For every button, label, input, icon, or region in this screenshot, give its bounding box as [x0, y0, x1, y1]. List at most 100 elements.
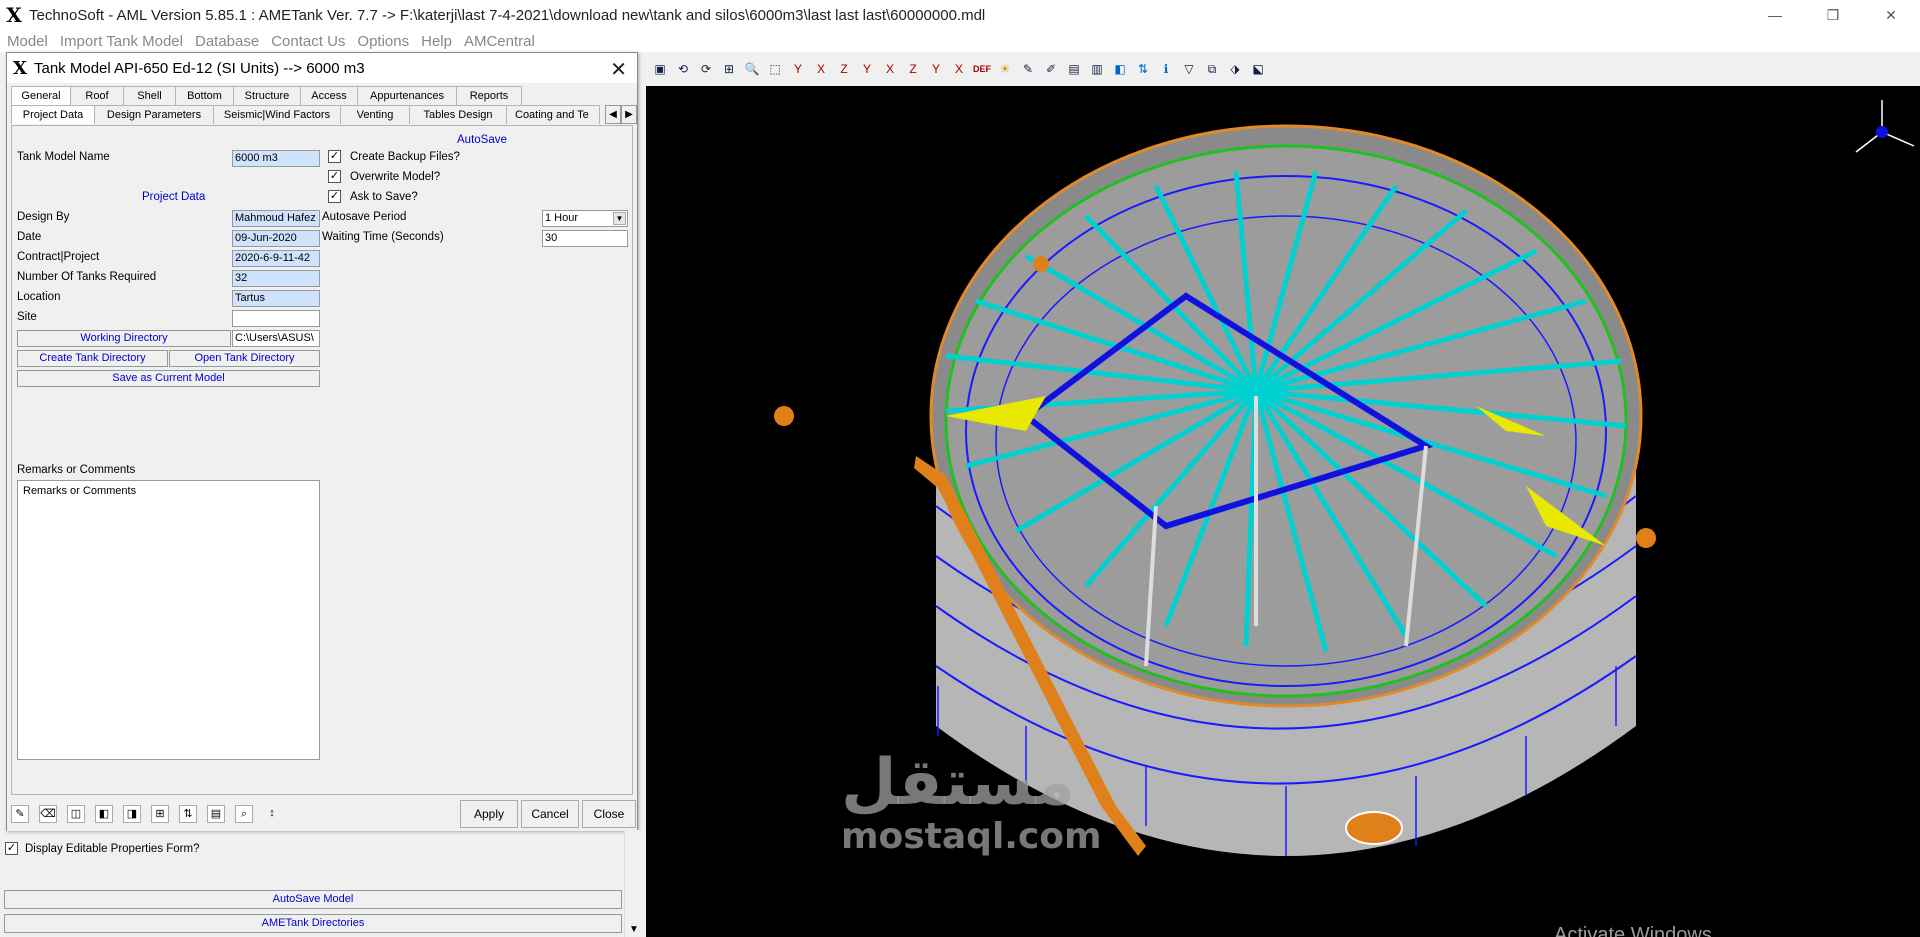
scroll-down-arrow[interactable]: ▼: [629, 924, 639, 935]
minimize-button[interactable]: —: [1746, 0, 1804, 30]
camera-icon[interactable]: ⬕: [1248, 59, 1268, 79]
select-icon[interactable]: ▣: [650, 59, 670, 79]
ask-to-save-checkbox[interactable]: ✓: [328, 190, 341, 203]
tank-3d-model: [774, 100, 1915, 856]
menu-contact-us[interactable]: Contact Us: [271, 33, 345, 50]
light-icon[interactable]: ☀: [995, 59, 1015, 79]
tab-shell[interactable]: Shell: [123, 86, 176, 105]
tab-coating[interactable]: Coating and Te: [506, 105, 600, 124]
overwrite-model-checkbox[interactable]: ✓: [328, 170, 341, 183]
tab-project-data[interactable]: Project Data: [11, 105, 95, 124]
window-controls: — ❐ ✕: [1746, 0, 1920, 30]
autosave-header: AutoSave: [457, 134, 507, 146]
layout2-icon[interactable]: ▥: [1087, 59, 1107, 79]
waiting-time-field[interactable]: 30: [542, 230, 628, 247]
menu-database[interactable]: Database: [195, 33, 259, 50]
sub-tabs: Project Data Design Parameters Seismic|W…: [7, 105, 633, 125]
layout-icon[interactable]: ▤: [1064, 59, 1084, 79]
panel-icon[interactable]: ◧: [1110, 59, 1130, 79]
zoom-window-icon[interactable]: ⬚: [765, 59, 785, 79]
fit-icon[interactable]: ⊞: [719, 59, 739, 79]
view-x2-icon[interactable]: X: [880, 59, 900, 79]
tab-seismic-wind[interactable]: Seismic|Wind Factors: [213, 105, 341, 124]
location-field[interactable]: Tartus: [232, 290, 320, 307]
maximize-button[interactable]: ❐: [1804, 0, 1862, 30]
working-directory-button[interactable]: Working Directory: [17, 330, 231, 347]
view-y-icon[interactable]: Y: [788, 59, 808, 79]
dialog-close-icon[interactable]: ✕: [610, 57, 627, 82]
close-button[interactable]: Close: [582, 800, 636, 828]
tanks-required-field[interactable]: 32: [232, 270, 320, 287]
split-view-icon[interactable]: ◫: [67, 805, 85, 823]
panel-left-icon[interactable]: ◧: [95, 805, 113, 823]
site-field[interactable]: [232, 310, 320, 327]
view-z2-icon[interactable]: Z: [903, 59, 923, 79]
vertical-arrows-icon[interactable]: ↕: [263, 805, 281, 823]
table-icon[interactable]: ▤: [207, 805, 225, 823]
open-tank-directory-button[interactable]: Open Tank Directory: [169, 350, 320, 367]
tab-general[interactable]: General: [11, 86, 71, 105]
draw-icon[interactable]: ✐: [1041, 59, 1061, 79]
nozzle: [774, 406, 794, 426]
menu-model[interactable]: Model: [7, 33, 48, 50]
ametank-directories-button[interactable]: AMETank Directories: [4, 914, 622, 933]
tab-reports[interactable]: Reports: [456, 86, 522, 105]
create-backup-checkbox[interactable]: ✓: [328, 150, 341, 163]
working-directory-field[interactable]: C:\Users\ASUS\: [232, 330, 320, 347]
chevron-down-icon[interactable]: ▼: [613, 212, 626, 225]
tab-appurtenances[interactable]: Appurtenances: [357, 86, 457, 105]
tab-structure[interactable]: Structure: [233, 86, 301, 105]
apply-button[interactable]: Apply: [460, 800, 518, 828]
tank-model-name-field[interactable]: 6000 m3: [232, 150, 320, 167]
copy-icon[interactable]: ⧉: [1202, 59, 1222, 79]
view-y2-icon[interactable]: Y: [857, 59, 877, 79]
remarks-textarea[interactable]: Remarks or Comments: [17, 480, 320, 760]
tab-tables-design[interactable]: Tables Design: [409, 105, 507, 124]
tab-access[interactable]: Access: [300, 86, 358, 105]
autosave-model-button[interactable]: AutoSave Model: [4, 890, 622, 909]
view-x-icon[interactable]: X: [811, 59, 831, 79]
3d-viewport[interactable]: مستقل mostaql.com Activate Windows: [646, 86, 1920, 937]
display-editable-checkbox[interactable]: ✓: [5, 842, 18, 855]
rotate-right-icon[interactable]: ⟳: [696, 59, 716, 79]
zoom-icon[interactable]: 🔍: [742, 59, 762, 79]
grid-icon[interactable]: ⊞: [151, 805, 169, 823]
default-view-icon[interactable]: DEF: [972, 59, 992, 79]
menu-help[interactable]: Help: [421, 33, 452, 50]
filter-icon[interactable]: ▽: [1179, 59, 1199, 79]
swap-icon[interactable]: ⇅: [179, 805, 197, 823]
view-iso-icon[interactable]: X: [949, 59, 969, 79]
zoom-icon[interactable]: ⌕: [235, 805, 253, 823]
menu-import-tank-model[interactable]: Import Tank Model: [60, 33, 183, 50]
date-field[interactable]: 09-Jun-2020: [232, 230, 320, 247]
tab-next-arrow[interactable]: ▶: [621, 105, 637, 124]
left-scrollbar[interactable]: ▼: [624, 830, 644, 937]
location-label: Location: [17, 291, 61, 303]
tab-design-parameters[interactable]: Design Parameters: [94, 105, 214, 124]
measure-icon[interactable]: ⬗: [1225, 59, 1245, 79]
autosave-period-select[interactable]: 1 Hour ▼: [542, 210, 628, 227]
design-by-field[interactable]: Mahmoud Hafez: [232, 210, 320, 227]
tab-bottom[interactable]: Bottom: [175, 86, 234, 105]
contract-field[interactable]: 2020-6-9-11-42: [232, 250, 320, 267]
save-as-current-model-button[interactable]: Save as Current Model: [17, 370, 320, 387]
rotate-left-icon[interactable]: ⟲: [673, 59, 693, 79]
view-y3-icon[interactable]: Y: [926, 59, 946, 79]
watermark-latin: mostaql.com: [841, 816, 1102, 857]
tab-roof[interactable]: Roof: [70, 86, 124, 105]
pencil-icon[interactable]: ✎: [11, 805, 29, 823]
close-window-button[interactable]: ✕: [1862, 0, 1920, 30]
window-title: TechnoSoft - AML Version 5.85.1 : AMETan…: [29, 6, 986, 24]
create-tank-directory-button[interactable]: Create Tank Directory: [17, 350, 168, 367]
menu-amcentral[interactable]: AMCentral: [464, 33, 535, 50]
info-icon[interactable]: ℹ: [1156, 59, 1176, 79]
view-z-icon[interactable]: Z: [834, 59, 854, 79]
panel-right-icon[interactable]: ◨: [123, 805, 141, 823]
tab-venting[interactable]: Venting: [340, 105, 410, 124]
edit-icon[interactable]: ✎: [1018, 59, 1038, 79]
menu-options[interactable]: Options: [357, 33, 409, 50]
eraser-icon[interactable]: ⌫: [39, 805, 57, 823]
swap-view-icon[interactable]: ⇅: [1133, 59, 1153, 79]
cancel-button[interactable]: Cancel: [521, 800, 579, 828]
tab-prev-arrow[interactable]: ◀: [605, 105, 621, 124]
